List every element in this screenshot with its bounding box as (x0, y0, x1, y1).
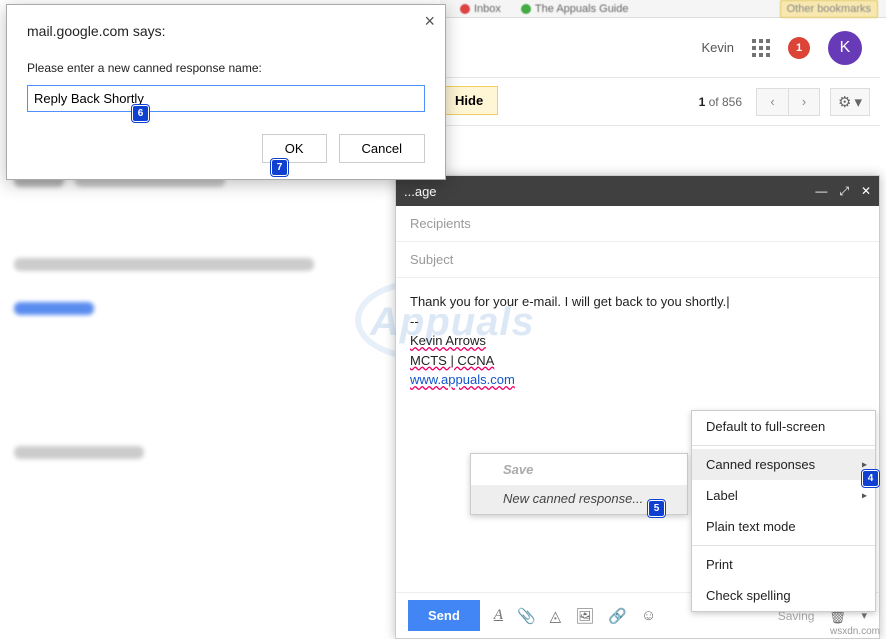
subject-field[interactable]: Subject (396, 242, 879, 278)
annotation-badge-6: 6 (132, 105, 149, 122)
expand-icon[interactable]: ⤢ (839, 184, 849, 199)
signature-link[interactable]: www.appuals.com (410, 372, 515, 387)
close-icon[interactable]: ✕ (861, 184, 871, 199)
send-button[interactable]: Send (408, 600, 480, 631)
format-icon[interactable]: A (494, 607, 503, 624)
drive-icon[interactable]: ◬ (550, 607, 562, 625)
image-credit: wsxdn.com (830, 626, 880, 637)
menu-check-spelling[interactable]: Check spelling (692, 580, 875, 611)
minimize-icon[interactable]: — (815, 184, 827, 199)
mail-toolbar: Hide 1 of 856 ‹ › ⚙▾ (440, 78, 880, 126)
recipients-field[interactable]: Recipients (396, 206, 879, 242)
prompt-dialog: × mail.google.com says: Please enter a n… (6, 4, 446, 180)
menu-print[interactable]: Print (692, 549, 875, 580)
apps-grid-icon[interactable] (752, 39, 770, 57)
compose-more-menu: Default to full-screen Canned responses▸… (691, 410, 876, 612)
menu-default-fullscreen[interactable]: Default to full-screen (692, 411, 875, 442)
compose-title: ...age (404, 184, 815, 199)
dropdown-icon: ▾ (854, 93, 862, 111)
insert-photo-icon[interactable]: 🖼 (575, 607, 594, 625)
menu-label[interactable]: Label▸ (692, 480, 875, 511)
mail-list (6, 160, 396, 476)
gear-icon: ⚙ (838, 93, 851, 111)
avatar[interactable]: K (828, 31, 862, 65)
hide-button[interactable]: Hide (440, 86, 498, 115)
emoji-icon[interactable]: ☺ (641, 607, 656, 624)
settings-gear-button[interactable]: ⚙▾ (830, 88, 870, 116)
dialog-message: Please enter a new canned response name: (27, 61, 425, 75)
gmail-header: Kevin 1 K (440, 18, 880, 78)
signature-cert: MCTS | CCNA (410, 353, 494, 368)
notifications-badge[interactable]: 1 (788, 37, 810, 59)
menu-plain-text[interactable]: Plain text mode (692, 511, 875, 542)
browser-tab-strip: Inbox The Appuals Guide Other bookmarks (440, 0, 886, 18)
next-page-button[interactable]: › (788, 88, 820, 116)
signature-name: Kevin Arrows (410, 333, 486, 348)
annotation-badge-5: 5 (648, 500, 665, 517)
canned-response-name-input[interactable] (27, 85, 425, 112)
submenu-arrow-icon: ▸ (862, 490, 867, 501)
submenu-save-header: Save (471, 454, 687, 485)
annotation-badge-4: 4 (862, 470, 879, 487)
dialog-title: mail.google.com says: (27, 23, 425, 39)
compose-titlebar[interactable]: ...age — ⤢ ✕ (396, 176, 879, 206)
annotation-badge-7: 7 (271, 159, 288, 176)
insert-link-icon[interactable]: 🔗 (608, 607, 627, 625)
signature-divider: -- (410, 314, 419, 329)
prev-page-button[interactable]: ‹ (756, 88, 788, 116)
browser-tab[interactable]: The Appuals Guide (521, 3, 629, 15)
menu-canned-responses[interactable]: Canned responses▸ (692, 449, 875, 480)
dialog-close-icon[interactable]: × (424, 11, 435, 32)
attach-icon[interactable]: 📎 (517, 607, 536, 625)
bookmarks-folder[interactable]: Other bookmarks (780, 0, 878, 18)
submenu-arrow-icon: ▸ (862, 459, 867, 470)
compose-body-text: Thank you for your e-mail. I will get ba… (410, 294, 730, 309)
account-name: Kevin (701, 40, 734, 55)
cancel-button[interactable]: Cancel (339, 134, 425, 163)
pagination-count: 1 of 856 (699, 95, 742, 109)
browser-tab[interactable]: Inbox (460, 3, 501, 15)
